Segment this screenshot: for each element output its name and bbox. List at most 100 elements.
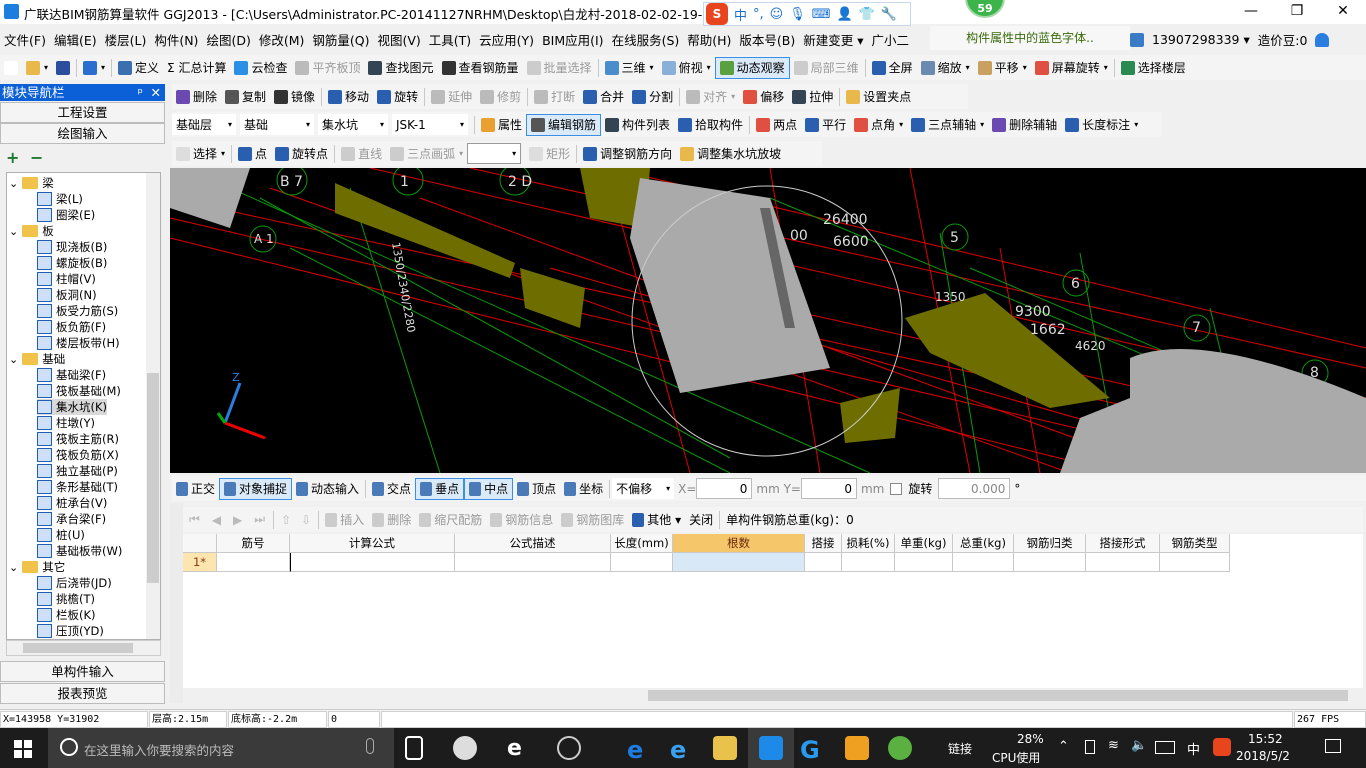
object-snap-button[interactable]: 对象捕捉: [219, 477, 293, 500]
column-header[interactable]: 计算公式: [290, 534, 455, 553]
edge-legacy-icon[interactable]: e: [507, 736, 531, 761]
other-button[interactable]: 其他 ▾: [628, 509, 685, 531]
tree-scrollbar[interactable]: [146, 173, 160, 639]
undo-button[interactable]: ▾: [79, 57, 109, 79]
define-button[interactable]: 定义: [114, 57, 163, 79]
collapse-all-icon[interactable]: −: [30, 148, 43, 167]
column-header[interactable]: 公式描述: [455, 534, 611, 553]
pin-icon[interactable]: ᵖ: [138, 84, 143, 101]
fullscreen-button[interactable]: 全屏: [868, 57, 917, 79]
table-cell[interactable]: [842, 553, 895, 572]
account-phone[interactable]: 13907298339 ▾: [1152, 32, 1250, 47]
fan-app-icon[interactable]: [453, 736, 477, 760]
tree-item[interactable]: 挑檐(T): [37, 591, 95, 607]
sogou-logo-icon[interactable]: S: [706, 3, 728, 25]
chevron-down-icon[interactable]: ▾: [980, 120, 984, 129]
menu-item[interactable]: 钢筋量(Q): [308, 30, 373, 49]
windows-start-icon[interactable]: [14, 740, 32, 758]
ime-user-icon[interactable]: 👤: [837, 7, 853, 22]
align-button[interactable]: 对齐 ▾: [682, 86, 739, 108]
zoom-button[interactable]: 缩放 ▾: [917, 57, 974, 79]
screen-rotate-button[interactable]: 屏幕旋转 ▾: [1031, 57, 1112, 79]
tree-item[interactable]: 楼层板带(H): [37, 335, 120, 351]
merge-button[interactable]: 合并: [579, 86, 628, 108]
menu-item[interactable]: 编辑(E): [50, 30, 101, 49]
tree-folder[interactable]: ⌄ 板: [9, 223, 54, 239]
tree-item[interactable]: 压顶(YD): [37, 623, 104, 639]
table-cell[interactable]: [217, 553, 290, 572]
tree-item[interactable]: 后浇带(JD): [37, 575, 112, 591]
move-down-icon[interactable]: ⇩: [296, 513, 316, 527]
search-box[interactable]: 在这里输入你要搜索的内容: [48, 728, 394, 768]
orbit-button[interactable]: 动态观察: [714, 56, 790, 79]
tree-item[interactable]: 集水坑(K): [37, 399, 108, 415]
mirror-button[interactable]: 镜像: [270, 86, 319, 108]
point-angle-button[interactable]: 点角 ▾: [850, 114, 907, 136]
offset-select[interactable]: 不偏移 ▾: [612, 478, 675, 499]
nav-first-icon[interactable]: ⏮: [183, 512, 206, 527]
open-folder-button[interactable]: ▾: [22, 57, 52, 79]
column-header[interactable]: 钢筋类型: [1160, 534, 1230, 553]
line-button[interactable]: 直线: [337, 143, 386, 165]
rotate-point-button[interactable]: 旋转点: [271, 143, 332, 165]
column-header[interactable]: 搭接: [805, 534, 842, 553]
pan-button[interactable]: 平移 ▾: [974, 57, 1031, 79]
table-cell[interactable]: [290, 553, 455, 572]
chevron-down-icon[interactable]: ▾: [731, 92, 735, 101]
table-cell[interactable]: [805, 553, 842, 572]
tree-scroll-thumb[interactable]: [147, 373, 159, 583]
tree-item[interactable]: 圈梁(E): [37, 207, 95, 223]
offset-button[interactable]: 偏移: [739, 86, 788, 108]
perpendicular-button[interactable]: 垂点: [415, 477, 465, 500]
ortho-button[interactable]: 正交: [172, 478, 219, 500]
edit-rebar-button[interactable]: 编辑钢筋: [526, 113, 602, 136]
menu-item[interactable]: 绘图(D): [202, 30, 254, 49]
summary-calc-button[interactable]: Σ 汇总计算: [163, 57, 230, 79]
menu-item[interactable]: 修改(M): [255, 30, 309, 49]
x-input[interactable]: 0: [696, 478, 753, 499]
trim-button[interactable]: 修剪: [476, 86, 525, 108]
swirl-app-icon[interactable]: [557, 736, 581, 760]
chevron-down-icon[interactable]: ⌄: [9, 561, 18, 574]
column-header[interactable]: 单重(kg): [895, 534, 953, 553]
tree-folder[interactable]: ⌄ 梁: [9, 175, 54, 191]
copy-button[interactable]: 复制: [221, 86, 270, 108]
floor-component-select[interactable]: JSK-1 ▾: [392, 114, 468, 135]
clock-date[interactable]: 2018/5/2: [1236, 749, 1290, 763]
ime-emoji-icon[interactable]: ☺: [770, 7, 784, 22]
floor-component-select[interactable]: 基础层 ▾: [172, 114, 236, 135]
style-combo[interactable]: ▾: [467, 143, 522, 164]
tray-chevron-icon[interactable]: ⌃: [1058, 739, 1069, 754]
file-explorer-icon[interactable]: [713, 736, 737, 760]
keyboard-icon[interactable]: [1155, 741, 1175, 754]
close-grid-button[interactable]: 关闭: [685, 509, 717, 531]
column-header[interactable]: [183, 534, 217, 553]
adjust-rebar-dir-button[interactable]: 调整钢筋方向: [579, 143, 676, 165]
viewport-canvas[interactable]: B 7 1 2 D A 1 26400 6600 5 6 7 8 9300 16…: [170, 168, 1366, 473]
table-cell[interactable]: [953, 553, 1014, 572]
move-button[interactable]: 移动: [324, 86, 373, 108]
table-cell[interactable]: [611, 553, 673, 572]
delete-button[interactable]: 删除: [172, 86, 221, 108]
glodon-icon[interactable]: G: [800, 736, 824, 764]
tree-item[interactable]: 现浇板(B): [37, 239, 107, 255]
column-header[interactable]: 损耗(%): [842, 534, 895, 553]
menu-item[interactable]: 帮助(H): [683, 30, 735, 49]
chevron-down-icon[interactable]: ▾: [221, 149, 225, 158]
column-header[interactable]: 根数: [673, 534, 805, 553]
chevron-down-icon[interactable]: ▾: [899, 120, 903, 129]
column-header[interactable]: 钢筋归类: [1014, 534, 1086, 553]
chevron-down-icon[interactable]: ▾: [1023, 63, 1027, 72]
column-header[interactable]: 搭接形式: [1086, 534, 1160, 553]
nav-next-icon[interactable]: ▶: [227, 513, 248, 527]
draw-input-button[interactable]: 绘图输入: [0, 123, 165, 144]
length-dim-button[interactable]: 长度标注 ▾: [1061, 114, 1142, 136]
tree-item[interactable]: 筏板负筋(X): [37, 447, 119, 463]
chevron-down-icon[interactable]: ▾: [44, 63, 48, 72]
menu-item[interactable]: 云应用(Y): [475, 30, 538, 49]
project-settings-button[interactable]: 工程设置: [0, 102, 165, 123]
ime-indicator[interactable]: 中: [1187, 739, 1200, 758]
pick-component-button[interactable]: 拾取构件: [674, 114, 747, 136]
chevron-down-icon[interactable]: ⌄: [9, 177, 18, 190]
tree-folder[interactable]: ⌄ 基础: [9, 351, 65, 367]
